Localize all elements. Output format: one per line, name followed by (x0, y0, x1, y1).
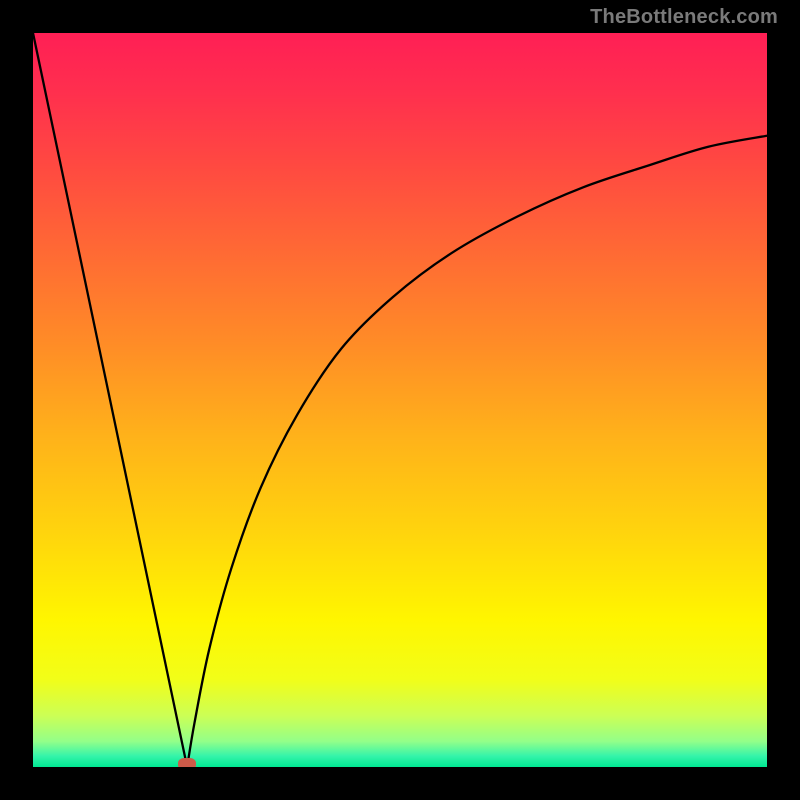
chart-svg (33, 33, 767, 767)
watermark-text: TheBottleneck.com (590, 6, 778, 29)
plot-area (33, 33, 767, 767)
gradient-background (33, 33, 767, 767)
minimum-marker (178, 758, 196, 767)
chart-frame: TheBottleneck.com (0, 0, 800, 800)
